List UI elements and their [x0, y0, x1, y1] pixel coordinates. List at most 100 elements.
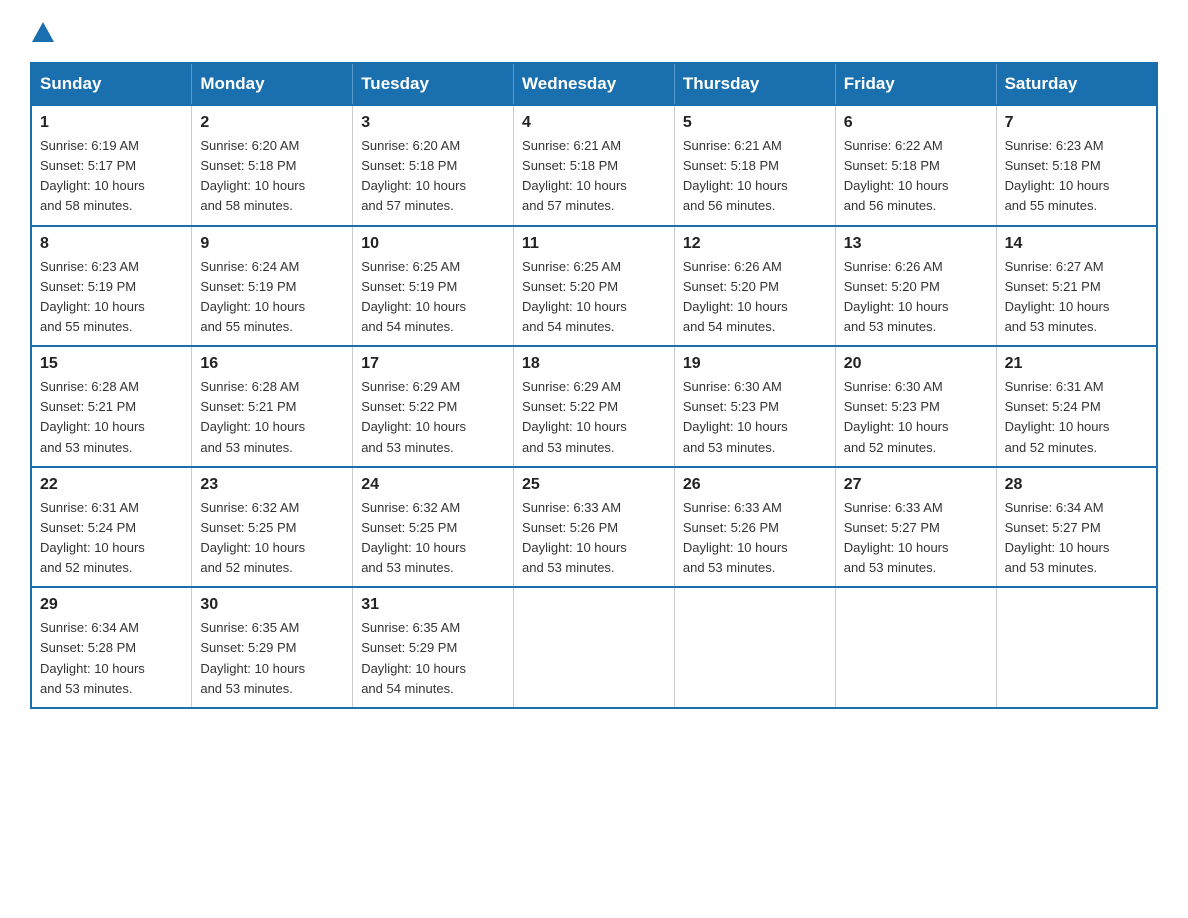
day-info: Sunrise: 6:26 AMSunset: 5:20 PMDaylight:… — [683, 259, 788, 334]
day-info: Sunrise: 6:20 AMSunset: 5:18 PMDaylight:… — [361, 138, 466, 213]
weekday-header-thursday: Thursday — [674, 63, 835, 105]
calendar-cell: 9 Sunrise: 6:24 AMSunset: 5:19 PMDayligh… — [192, 226, 353, 347]
calendar-week-row: 8 Sunrise: 6:23 AMSunset: 5:19 PMDayligh… — [31, 226, 1157, 347]
day-number: 15 — [40, 355, 183, 373]
weekday-header-wednesday: Wednesday — [514, 63, 675, 105]
calendar-cell: 25 Sunrise: 6:33 AMSunset: 5:26 PMDaylig… — [514, 467, 675, 588]
day-info: Sunrise: 6:29 AMSunset: 5:22 PMDaylight:… — [361, 379, 466, 454]
weekday-header-friday: Friday — [835, 63, 996, 105]
calendar-cell: 10 Sunrise: 6:25 AMSunset: 5:19 PMDaylig… — [353, 226, 514, 347]
calendar-cell — [674, 587, 835, 708]
day-number: 23 — [200, 476, 344, 494]
day-number: 2 — [200, 114, 344, 132]
day-number: 10 — [361, 235, 505, 253]
day-number: 12 — [683, 235, 827, 253]
calendar-cell — [514, 587, 675, 708]
calendar-week-row: 22 Sunrise: 6:31 AMSunset: 5:24 PMDaylig… — [31, 467, 1157, 588]
day-number: 6 — [844, 114, 988, 132]
day-number: 21 — [1005, 355, 1148, 373]
day-number: 28 — [1005, 476, 1148, 494]
calendar-cell: 15 Sunrise: 6:28 AMSunset: 5:21 PMDaylig… — [31, 346, 192, 467]
calendar-cell: 7 Sunrise: 6:23 AMSunset: 5:18 PMDayligh… — [996, 105, 1157, 226]
calendar-cell: 6 Sunrise: 6:22 AMSunset: 5:18 PMDayligh… — [835, 105, 996, 226]
calendar-cell: 18 Sunrise: 6:29 AMSunset: 5:22 PMDaylig… — [514, 346, 675, 467]
day-info: Sunrise: 6:25 AMSunset: 5:20 PMDaylight:… — [522, 259, 627, 334]
calendar-cell: 29 Sunrise: 6:34 AMSunset: 5:28 PMDaylig… — [31, 587, 192, 708]
calendar-header-row: SundayMondayTuesdayWednesdayThursdayFrid… — [31, 63, 1157, 105]
day-number: 17 — [361, 355, 505, 373]
day-number: 13 — [844, 235, 988, 253]
day-number: 19 — [683, 355, 827, 373]
calendar-cell: 13 Sunrise: 6:26 AMSunset: 5:20 PMDaylig… — [835, 226, 996, 347]
day-number: 14 — [1005, 235, 1148, 253]
calendar-cell: 1 Sunrise: 6:19 AMSunset: 5:17 PMDayligh… — [31, 105, 192, 226]
calendar-cell: 30 Sunrise: 6:35 AMSunset: 5:29 PMDaylig… — [192, 587, 353, 708]
day-number: 7 — [1005, 114, 1148, 132]
day-info: Sunrise: 6:33 AMSunset: 5:27 PMDaylight:… — [844, 500, 949, 575]
weekday-header-tuesday: Tuesday — [353, 63, 514, 105]
calendar-cell — [996, 587, 1157, 708]
day-info: Sunrise: 6:30 AMSunset: 5:23 PMDaylight:… — [683, 379, 788, 454]
day-info: Sunrise: 6:31 AMSunset: 5:24 PMDaylight:… — [1005, 379, 1110, 454]
day-info: Sunrise: 6:19 AMSunset: 5:17 PMDaylight:… — [40, 138, 145, 213]
calendar-week-row: 29 Sunrise: 6:34 AMSunset: 5:28 PMDaylig… — [31, 587, 1157, 708]
day-number: 25 — [522, 476, 666, 494]
day-number: 30 — [200, 596, 344, 614]
day-info: Sunrise: 6:24 AMSunset: 5:19 PMDaylight:… — [200, 259, 305, 334]
day-info: Sunrise: 6:20 AMSunset: 5:18 PMDaylight:… — [200, 138, 305, 213]
calendar-table: SundayMondayTuesdayWednesdayThursdayFrid… — [30, 62, 1158, 709]
calendar-cell: 31 Sunrise: 6:35 AMSunset: 5:29 PMDaylig… — [353, 587, 514, 708]
calendar-cell: 17 Sunrise: 6:29 AMSunset: 5:22 PMDaylig… — [353, 346, 514, 467]
day-info: Sunrise: 6:32 AMSunset: 5:25 PMDaylight:… — [200, 500, 305, 575]
day-number: 24 — [361, 476, 505, 494]
day-info: Sunrise: 6:26 AMSunset: 5:20 PMDaylight:… — [844, 259, 949, 334]
day-number: 22 — [40, 476, 183, 494]
day-info: Sunrise: 6:22 AMSunset: 5:18 PMDaylight:… — [844, 138, 949, 213]
weekday-header-saturday: Saturday — [996, 63, 1157, 105]
weekday-header-sunday: Sunday — [31, 63, 192, 105]
page-header — [30, 20, 1158, 42]
day-info: Sunrise: 6:34 AMSunset: 5:28 PMDaylight:… — [40, 620, 145, 695]
day-number: 4 — [522, 114, 666, 132]
calendar-cell: 5 Sunrise: 6:21 AMSunset: 5:18 PMDayligh… — [674, 105, 835, 226]
day-number: 31 — [361, 596, 505, 614]
calendar-cell: 3 Sunrise: 6:20 AMSunset: 5:18 PMDayligh… — [353, 105, 514, 226]
calendar-cell: 8 Sunrise: 6:23 AMSunset: 5:19 PMDayligh… — [31, 226, 192, 347]
day-info: Sunrise: 6:25 AMSunset: 5:19 PMDaylight:… — [361, 259, 466, 334]
day-info: Sunrise: 6:32 AMSunset: 5:25 PMDaylight:… — [361, 500, 466, 575]
day-info: Sunrise: 6:33 AMSunset: 5:26 PMDaylight:… — [683, 500, 788, 575]
day-number: 1 — [40, 114, 183, 132]
day-info: Sunrise: 6:28 AMSunset: 5:21 PMDaylight:… — [40, 379, 145, 454]
day-number: 20 — [844, 355, 988, 373]
day-info: Sunrise: 6:21 AMSunset: 5:18 PMDaylight:… — [522, 138, 627, 213]
calendar-cell: 2 Sunrise: 6:20 AMSunset: 5:18 PMDayligh… — [192, 105, 353, 226]
calendar-cell: 28 Sunrise: 6:34 AMSunset: 5:27 PMDaylig… — [996, 467, 1157, 588]
calendar-cell: 20 Sunrise: 6:30 AMSunset: 5:23 PMDaylig… — [835, 346, 996, 467]
calendar-cell: 14 Sunrise: 6:27 AMSunset: 5:21 PMDaylig… — [996, 226, 1157, 347]
calendar-cell: 24 Sunrise: 6:32 AMSunset: 5:25 PMDaylig… — [353, 467, 514, 588]
calendar-cell: 27 Sunrise: 6:33 AMSunset: 5:27 PMDaylig… — [835, 467, 996, 588]
day-info: Sunrise: 6:33 AMSunset: 5:26 PMDaylight:… — [522, 500, 627, 575]
day-info: Sunrise: 6:31 AMSunset: 5:24 PMDaylight:… — [40, 500, 145, 575]
weekday-header-monday: Monday — [192, 63, 353, 105]
day-info: Sunrise: 6:34 AMSunset: 5:27 PMDaylight:… — [1005, 500, 1110, 575]
calendar-cell — [835, 587, 996, 708]
day-info: Sunrise: 6:29 AMSunset: 5:22 PMDaylight:… — [522, 379, 627, 454]
day-info: Sunrise: 6:28 AMSunset: 5:21 PMDaylight:… — [200, 379, 305, 454]
day-number: 16 — [200, 355, 344, 373]
day-number: 8 — [40, 235, 183, 253]
calendar-week-row: 15 Sunrise: 6:28 AMSunset: 5:21 PMDaylig… — [31, 346, 1157, 467]
day-number: 29 — [40, 596, 183, 614]
calendar-cell: 4 Sunrise: 6:21 AMSunset: 5:18 PMDayligh… — [514, 105, 675, 226]
day-info: Sunrise: 6:30 AMSunset: 5:23 PMDaylight:… — [844, 379, 949, 454]
day-number: 9 — [200, 235, 344, 253]
logo-triangle-icon — [32, 22, 54, 42]
day-info: Sunrise: 6:35 AMSunset: 5:29 PMDaylight:… — [361, 620, 466, 695]
day-info: Sunrise: 6:23 AMSunset: 5:19 PMDaylight:… — [40, 259, 145, 334]
day-info: Sunrise: 6:35 AMSunset: 5:29 PMDaylight:… — [200, 620, 305, 695]
calendar-cell: 26 Sunrise: 6:33 AMSunset: 5:26 PMDaylig… — [674, 467, 835, 588]
day-info: Sunrise: 6:21 AMSunset: 5:18 PMDaylight:… — [683, 138, 788, 213]
calendar-cell: 21 Sunrise: 6:31 AMSunset: 5:24 PMDaylig… — [996, 346, 1157, 467]
day-number: 27 — [844, 476, 988, 494]
day-info: Sunrise: 6:23 AMSunset: 5:18 PMDaylight:… — [1005, 138, 1110, 213]
